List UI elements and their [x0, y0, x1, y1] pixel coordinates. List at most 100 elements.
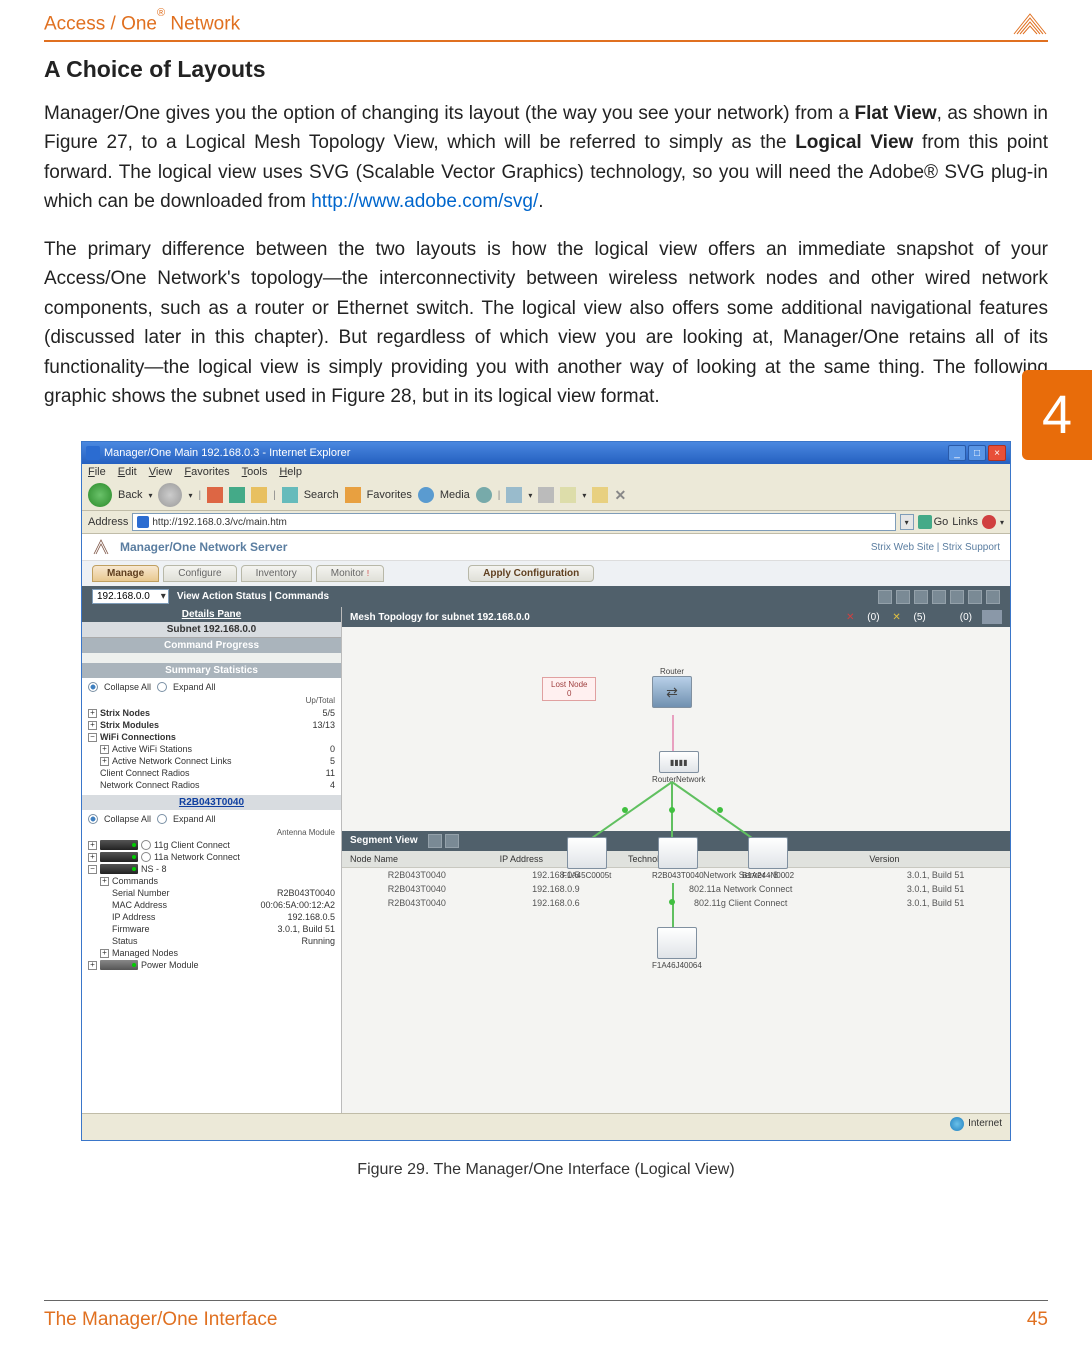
collapse-radio[interactable]	[88, 682, 98, 692]
norton-icon[interactable]	[982, 515, 996, 529]
media-button[interactable]: Media	[440, 489, 470, 501]
table-row[interactable]: R2B043T0040192.168.0.6802.11g Client Con…	[342, 896, 1010, 910]
menu-edit[interactable]: Edit	[118, 466, 137, 478]
topo-node-1[interactable]: F1A45C0005t	[562, 837, 611, 880]
media-icon[interactable]	[418, 487, 434, 503]
topo-node-3[interactable]: B1A244N0002	[742, 837, 794, 880]
subbar: 192.168.0.0 View Action Status | Command…	[82, 586, 1010, 607]
divider	[44, 40, 1048, 42]
home-icon[interactable]	[251, 487, 267, 503]
ie-toolbar: Back▾ ▾ | | Search Favorites Media | ▾ ▾	[82, 480, 1010, 511]
back-button[interactable]: Back	[118, 489, 142, 501]
view-icon-3[interactable]	[914, 590, 928, 604]
collapse-label: Collapse All	[104, 682, 151, 692]
view-icon-1[interactable]	[878, 590, 892, 604]
view-icon-6[interactable]	[968, 590, 982, 604]
topo-node-2[interactable]: R2B043T0040	[652, 837, 704, 880]
address-label: Address	[88, 516, 128, 528]
menubar: File Edit View Favorites Tools Help	[82, 464, 1010, 480]
legend-blank-icon	[936, 610, 950, 624]
hub-node[interactable]: ▮▮▮▮ RouterNetwork	[652, 751, 705, 784]
address-input[interactable]: http://192.168.0.3/vc/main.htm	[132, 513, 895, 531]
favorites-button[interactable]: Favorites	[367, 489, 412, 501]
details-pane: Details Pane Subnet 192.168.0.0 Command …	[82, 607, 342, 1113]
favorites-icon[interactable]	[345, 487, 361, 503]
uptotal-header: Up/Total	[88, 696, 335, 705]
menu-view[interactable]: View	[149, 466, 173, 478]
lost-node-badge: Lost Node0	[542, 677, 596, 701]
tab-inventory[interactable]: Inventory	[241, 565, 312, 582]
minimize-button[interactable]: _	[948, 445, 966, 461]
ie-icon	[86, 446, 100, 460]
tab-configure[interactable]: Configure	[163, 565, 236, 582]
menu-file[interactable]: File	[88, 466, 106, 478]
summary-header[interactable]: Summary Statistics	[82, 663, 341, 678]
mgr-header: Manager/One Network Server Strix Web Sit…	[82, 534, 1010, 561]
legend-x-red-icon: ✕	[843, 610, 857, 624]
view-icon-2[interactable]	[896, 590, 910, 604]
back-button-icon[interactable]	[88, 483, 112, 507]
table-row[interactable]: R2B043T0040192.168.0.9802.11a Network Co…	[342, 882, 1010, 896]
menu-tools[interactable]: Tools	[242, 466, 268, 478]
edit-icon[interactable]	[560, 487, 576, 503]
mesh-header: Mesh Topology for subnet 192.168.0.0 ✕(0…	[342, 607, 1010, 627]
expand-icon[interactable]: +	[88, 721, 97, 730]
window-title: Manager/One Main 192.168.0.3 - Internet …	[104, 447, 350, 459]
subbar-text[interactable]: View Action Status | Commands	[177, 591, 329, 602]
menu-favorites[interactable]: Favorites	[184, 466, 229, 478]
col-node-name[interactable]: Node Name	[342, 851, 492, 868]
figure-caption: Figure 29. The Manager/One Interface (Lo…	[44, 1161, 1048, 1179]
device-icon	[100, 864, 138, 874]
header-title: Access / One® Network	[44, 13, 240, 35]
mgr-links[interactable]: Strix Web Site | Strix Support	[871, 542, 1000, 553]
strix-logo-icon	[92, 538, 110, 556]
apply-button[interactable]: Apply Configuration	[468, 565, 594, 582]
topology-canvas[interactable]: Lost Node0 Router ⇄ ▮▮▮▮ RouterNetwork	[342, 627, 1010, 831]
legend-toggle-icon[interactable]	[982, 610, 1002, 624]
statusbar: Internet	[82, 1113, 1010, 1133]
maximize-button[interactable]: □	[968, 445, 986, 461]
topo-node-4[interactable]: F1A46J40064	[652, 927, 702, 970]
cmd-progress-header[interactable]: Command Progress	[82, 638, 341, 653]
tab-monitor[interactable]: Monitor !	[316, 565, 384, 582]
logo-icon	[1012, 12, 1048, 36]
view-icon-7[interactable]	[986, 590, 1000, 604]
view-icon-5[interactable]	[950, 590, 964, 604]
history-icon[interactable]	[476, 487, 492, 503]
discuss-icon[interactable]	[592, 487, 608, 503]
search-button[interactable]: Search	[304, 489, 339, 501]
wifi-conn-label: WiFi Connections	[100, 732, 176, 742]
go-button[interactable]: Go	[918, 515, 949, 529]
node-title[interactable]: R2B043T0040	[82, 795, 341, 810]
expand-radio[interactable]	[157, 682, 167, 692]
stop-icon[interactable]	[207, 487, 223, 503]
subnet-dropdown[interactable]: 192.168.0.0	[92, 589, 169, 604]
menu-help[interactable]: Help	[279, 466, 302, 478]
section-title: A Choice of Layouts	[44, 56, 1048, 83]
router-node[interactable]: Router ⇄	[652, 667, 692, 710]
tab-manage[interactable]: Manage	[92, 565, 159, 582]
device-icon	[100, 852, 138, 862]
collapse-radio-2[interactable]	[88, 814, 98, 824]
close-button[interactable]: ×	[988, 445, 1006, 461]
view-icon-4[interactable]	[932, 590, 946, 604]
print-icon[interactable]	[538, 487, 554, 503]
forward-button[interactable]	[158, 483, 182, 507]
page-number: 45	[1027, 1309, 1048, 1331]
mail-icon[interactable]	[506, 487, 522, 503]
search-icon[interactable]	[282, 487, 298, 503]
chapter-tab: 4	[1022, 370, 1092, 460]
address-dropdown-icon[interactable]: ▾	[900, 514, 914, 530]
expand-label: Expand All	[173, 682, 216, 692]
seg-icon-2[interactable]	[445, 834, 459, 848]
collapse-icon[interactable]: −	[88, 733, 97, 742]
refresh-icon[interactable]	[229, 487, 245, 503]
svg-link[interactable]: http://www.adobe.com/svg/	[311, 191, 538, 212]
seg-icon-1[interactable]	[428, 834, 442, 848]
internet-zone-icon	[950, 1117, 964, 1131]
col-version[interactable]: Version	[861, 851, 1010, 868]
links-label[interactable]: Links	[952, 516, 978, 528]
expand-radio-2[interactable]	[157, 814, 167, 824]
expand-icon[interactable]: +	[88, 709, 97, 718]
antenna-module-label: Antenna Module	[88, 828, 335, 837]
